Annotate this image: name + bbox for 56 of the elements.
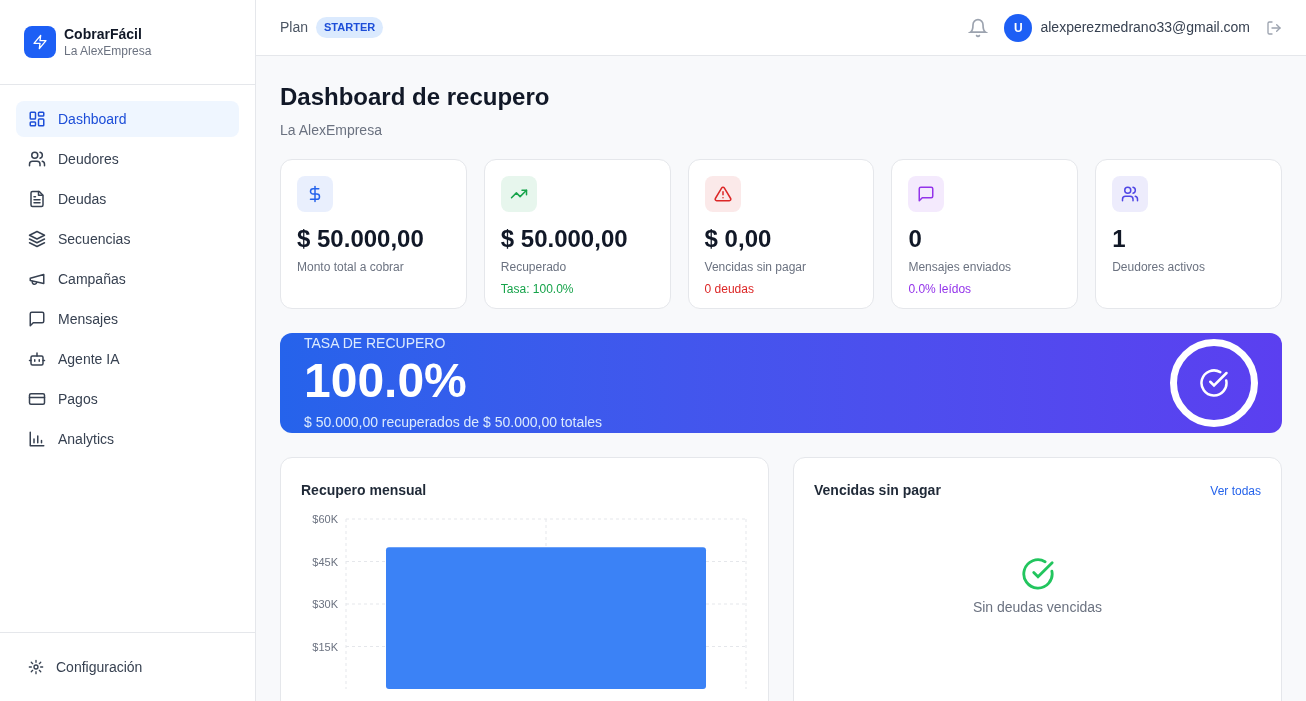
axis-tick-label: $15K [312,640,338,653]
dashboard-icon [28,110,46,128]
axis-tick-label: $30K [312,598,338,610]
stat-note: 0.0% leídos [908,281,973,298]
message-icon [28,310,46,328]
banner-label: TASA DE RECUPERO [304,334,447,353]
users-icon [28,150,46,168]
credit-card-icon [28,390,46,408]
user-avatar[interactable]: U [1004,13,1033,42]
nav-item[interactable]: Analytics [16,421,239,457]
robot-icon [28,350,46,368]
nav-item[interactable]: Agente IA [16,341,239,377]
settings-link[interactable]: Configuración [16,649,239,685]
page-title: Dashboard de recupero [280,82,551,112]
company-name: La AlexEmpresa [64,43,152,59]
stat-value: 1 [1112,224,1127,254]
nav-item[interactable]: Dashboard [16,101,239,137]
settings-icon [28,659,44,675]
card-title: Vencidas sin pagar [814,481,941,500]
stat-value: $ 0,00 [704,224,773,254]
stat-label: Monto total a cobrar [297,259,405,276]
card-title: Recupero mensual [301,481,428,500]
axis-tick-label: $60K [312,513,338,525]
nav-item[interactable]: Campañas [16,261,239,297]
bar-chart-icon [28,430,46,448]
plan-badge: STARTER [316,17,384,38]
stat-note: 0 deudas [704,281,755,298]
document-icon [28,190,46,208]
brand-name: CobrarFácil [64,25,143,43]
logout-icon[interactable] [1266,19,1282,36]
view-all-link[interactable]: Ver todas [1210,481,1261,500]
check-ring-icon [1170,339,1258,427]
nav-item[interactable]: Deudas [16,181,239,217]
user-email: alexperezmedrano33@gmail.com [1040,18,1250,37]
stat-label: Mensajes enviados [908,259,1013,276]
banner-description: $ 50.000,00 recuperados de $ 50.000,00 totales [304,413,604,432]
stat-value: $ 50.000,00 [500,224,629,254]
stat-note: Tasa: 100.0% [500,281,575,298]
logo-icon [24,26,56,58]
stat-value: 0 [908,224,923,254]
page-subtitle: La AlexEmpresa [280,121,383,140]
plan-label: Plan [280,18,309,37]
nav-item[interactable]: Secuencias [16,221,239,257]
notification-bell-icon[interactable] [968,17,989,38]
empty-state-text: Sin deudas vencidas [972,598,1103,617]
stat-label: Vencidas sin pagar [704,259,807,276]
nav-item[interactable]: Mensajes [16,301,239,337]
stat-value: $ 50.000,00 [297,224,425,254]
stat-label: Deudores activos [1112,259,1206,276]
nav-item[interactable]: Deudores [16,141,239,177]
check-circle-icon [1020,557,1055,591]
banner-value: 100.0% [304,354,468,408]
nav-item[interactable]: Pagos [16,381,239,417]
axis-tick-label: $45K [312,555,338,568]
stat-label: Recuperado [500,259,568,276]
layers-icon [28,230,46,248]
